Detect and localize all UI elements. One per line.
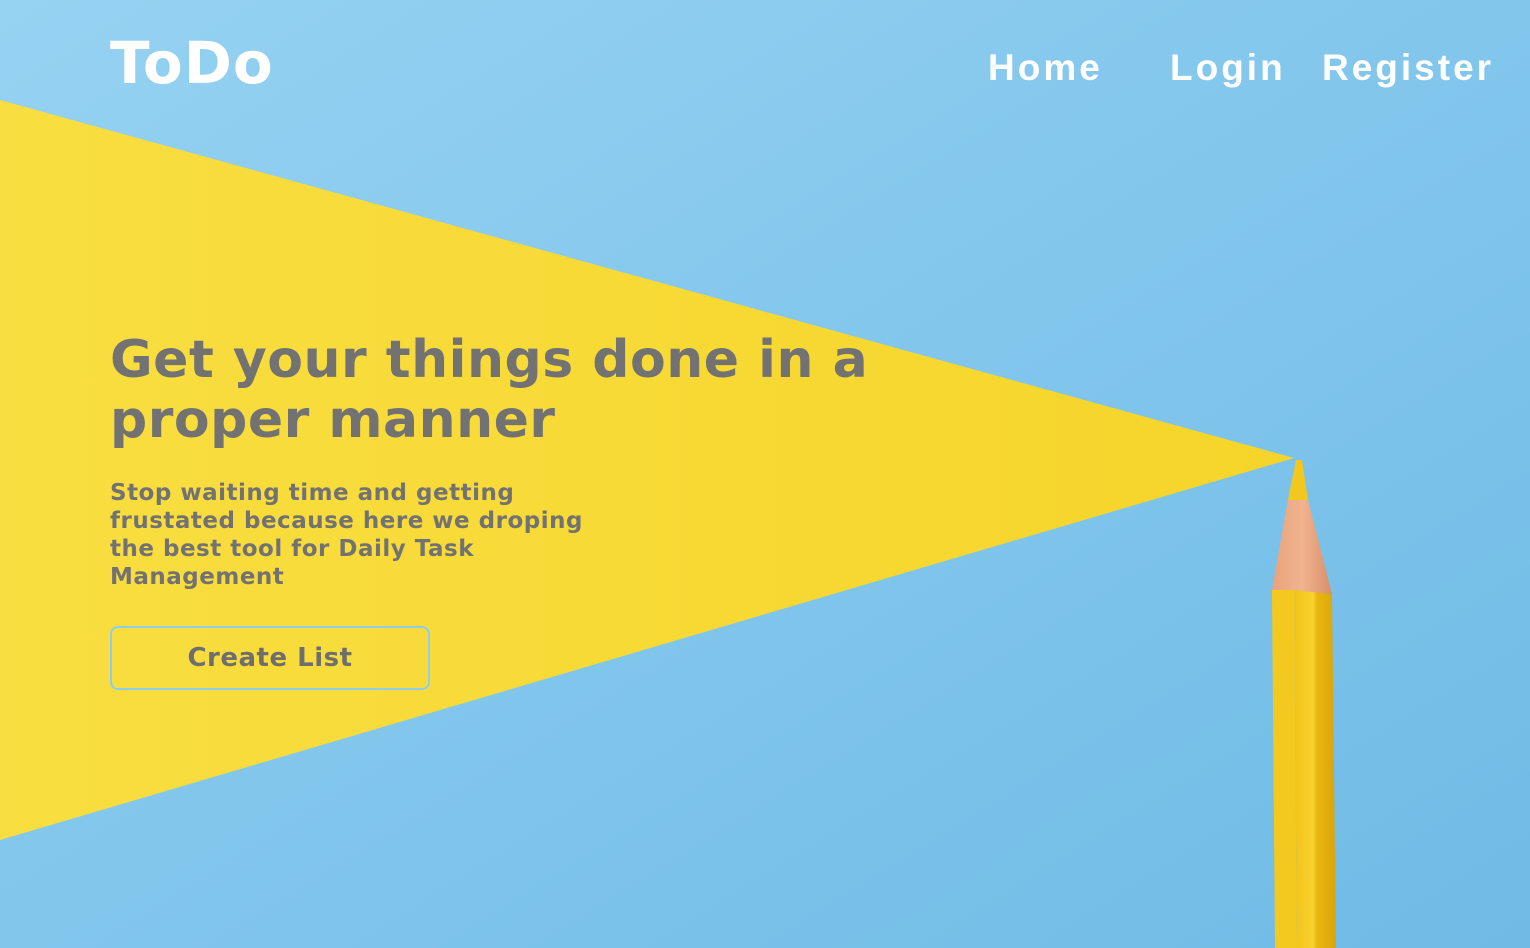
pencil-body-right — [1294, 590, 1336, 948]
pencil-beam-illustration — [0, 0, 1530, 948]
create-list-button[interactable]: Create List — [110, 626, 430, 690]
nav-home-link[interactable]: Home — [988, 46, 1103, 90]
hero-subtext: Stop waiting time and getting frustated … — [110, 480, 583, 590]
pencil-body-left — [1272, 590, 1297, 948]
hero-headline: Get your things done in a proper manner — [110, 330, 869, 450]
top-navigation: Home Login Register — [0, 46, 1530, 90]
nav-register-link[interactable]: Register — [1322, 46, 1494, 90]
nav-login-link[interactable]: Login — [1170, 46, 1286, 90]
hero-background — [0, 0, 1530, 948]
